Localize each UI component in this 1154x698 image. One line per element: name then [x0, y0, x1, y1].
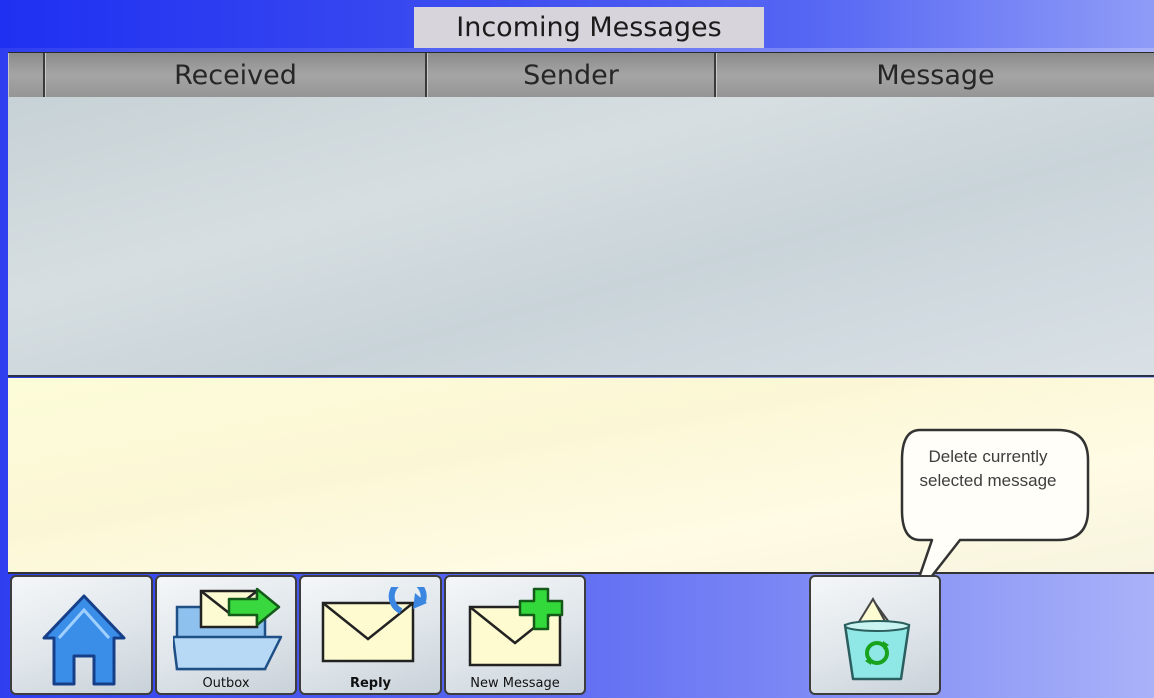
column-header-received[interactable]: Received [45, 53, 427, 97]
home-icon [42, 594, 126, 686]
reply-label: Reply [349, 676, 392, 691]
table-header: Received Sender Message [8, 52, 1154, 99]
tooltip-text: Delete currently selected message [919, 447, 1057, 490]
delete-button[interactable] [809, 575, 941, 695]
new-message-label: New Message [470, 676, 560, 691]
home-button[interactable] [10, 575, 153, 695]
window-title: Incoming Messages [414, 7, 764, 48]
new-message-button[interactable]: New Message [444, 575, 586, 695]
outbox-button[interactable]: Outbox [155, 575, 297, 695]
title-bar: Incoming Messages [0, 0, 1154, 48]
column-header-sender[interactable]: Sender [427, 53, 716, 97]
message-list[interactable] [8, 97, 1154, 377]
outbox-folder-icon [173, 587, 283, 671]
outbox-label: Outbox [202, 676, 250, 691]
recycle-bin-icon [843, 596, 911, 681]
column-header-message[interactable]: Message [716, 53, 1154, 97]
reply-button[interactable]: Reply [299, 575, 442, 695]
new-message-envelope-icon [468, 587, 564, 667]
column-header-selector[interactable] [8, 53, 45, 97]
reply-envelope-icon [321, 587, 427, 663]
